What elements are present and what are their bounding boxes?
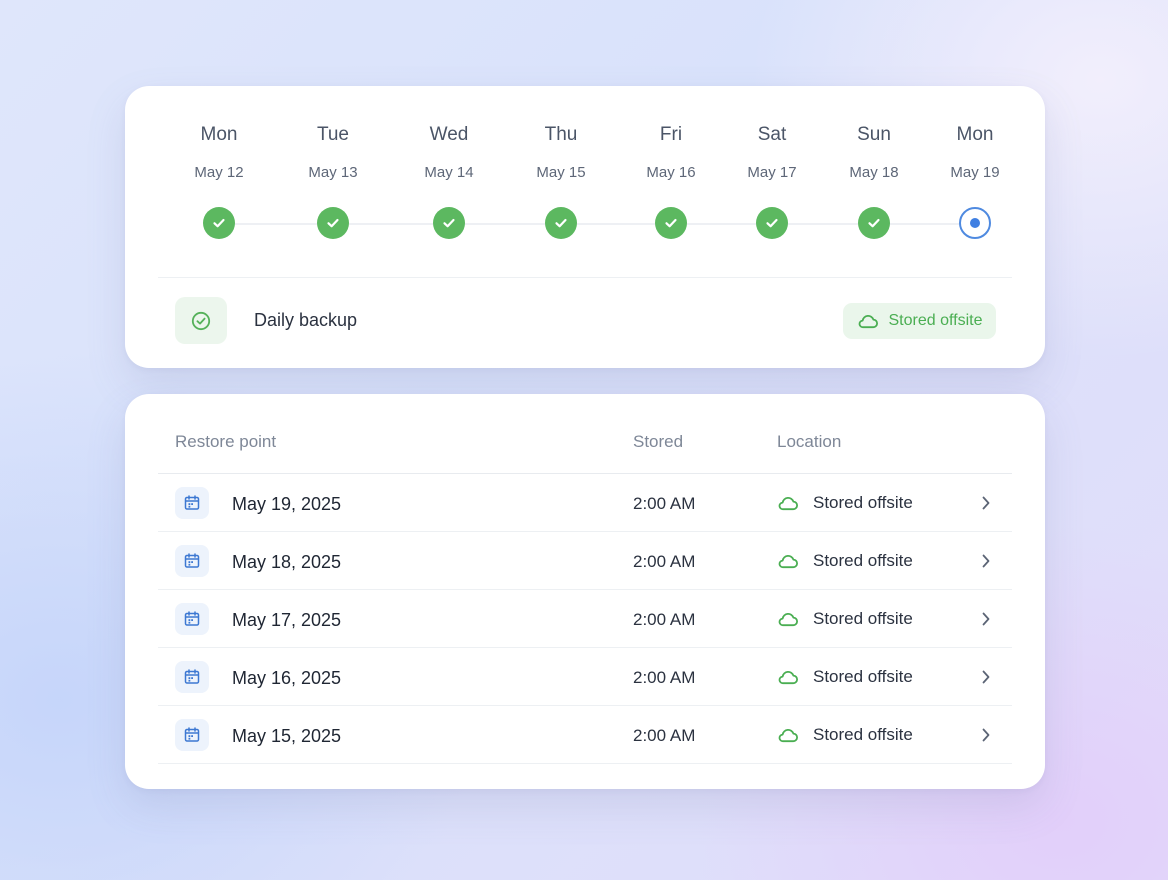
calendar-icon — [175, 487, 209, 519]
chevron-right-icon[interactable] — [978, 725, 994, 745]
table-row[interactable]: May 18, 2025 2:00 AM Stored offsite — [158, 532, 1012, 590]
location-label: Stored offsite — [813, 493, 913, 512]
location: Stored offsite — [777, 723, 913, 747]
day-name: Mon — [956, 124, 994, 145]
cloud-icon — [778, 729, 798, 743]
check-icon — [545, 207, 577, 239]
chevron-right-icon[interactable] — [978, 609, 994, 629]
table-row[interactable]: May 19, 2025 2:00 AM Stored offsite — [158, 474, 1012, 532]
cloud-icon — [778, 555, 798, 569]
column-header-restore-point: Restore point — [175, 432, 277, 451]
badge-label: Stored offsite — [888, 312, 983, 329]
table-row[interactable]: May 17, 2025 2:00 AM Stored offsite — [158, 590, 1012, 648]
day-date: May 18 — [849, 164, 899, 181]
restore-date: May 16, 2025 — [232, 668, 342, 688]
stored-time: 2:00 AM — [633, 668, 696, 687]
restore-points-card: Restore point Stored Location May 19, 20… — [125, 394, 1045, 789]
table-header: Restore point Stored Location — [175, 432, 996, 454]
location-label: Stored offsite — [813, 725, 913, 744]
cloud-icon — [778, 671, 798, 685]
day-name: Mon — [200, 124, 238, 145]
day-date: May 19 — [950, 164, 1000, 181]
location-label: Stored offsite — [813, 551, 913, 570]
cloud-icon — [778, 613, 798, 627]
check-circle-icon — [175, 297, 227, 344]
backup-timeline-card: Mon May 12 Tue May 13 Wed May 14 Thu May… — [125, 86, 1045, 368]
cloud-icon — [858, 315, 878, 329]
calendar-icon — [175, 661, 209, 693]
location: Stored offsite — [777, 607, 913, 631]
current-dot-icon — [959, 207, 991, 239]
table-row[interactable]: May 16, 2025 2:00 AM Stored offsite — [158, 648, 1012, 706]
restore-date: May 15, 2025 — [232, 726, 342, 746]
day-date: May 15 — [536, 164, 586, 181]
check-icon — [433, 207, 465, 239]
column-header-location: Location — [777, 432, 842, 451]
day-name: Sat — [757, 124, 787, 145]
stored-time: 2:00 AM — [633, 610, 696, 629]
restore-date: May 19, 2025 — [232, 494, 342, 514]
table-row[interactable]: May 15, 2025 2:00 AM Stored offsite — [158, 706, 1012, 764]
backup-label: Daily backup — [254, 310, 358, 330]
location-label: Stored offsite — [813, 667, 913, 686]
location: Stored offsite — [777, 665, 913, 689]
day-date: May 14 — [424, 164, 474, 181]
day-name: Thu — [544, 124, 578, 145]
stored-time: 2:00 AM — [633, 552, 696, 571]
check-icon — [858, 207, 890, 239]
day-name: Sun — [857, 124, 891, 145]
day-date: May 12 — [194, 164, 244, 181]
day-name: Wed — [429, 124, 469, 145]
day-date: May 13 — [308, 164, 358, 181]
status-badge: Stored offsite — [843, 303, 996, 339]
chevron-right-icon[interactable] — [978, 493, 994, 513]
calendar-icon — [175, 545, 209, 577]
restore-date: May 17, 2025 — [232, 610, 342, 630]
day-date: May 16 — [646, 164, 696, 181]
column-header-stored: Stored — [633, 432, 684, 451]
location-label: Stored offsite — [813, 609, 913, 628]
restore-points-list: May 19, 2025 2:00 AM Stored offsite May … — [158, 474, 1012, 764]
cloud-icon — [778, 497, 798, 511]
chevron-right-icon[interactable] — [978, 551, 994, 571]
stored-time: 2:00 AM — [633, 726, 696, 745]
location: Stored offsite — [777, 491, 913, 515]
check-icon — [756, 207, 788, 239]
location: Stored offsite — [777, 549, 913, 573]
stored-time: 2:00 AM — [633, 494, 696, 513]
calendar-icon — [175, 719, 209, 751]
check-icon — [317, 207, 349, 239]
divider — [158, 277, 1012, 278]
chevron-right-icon[interactable] — [978, 667, 994, 687]
restore-date: May 18, 2025 — [232, 552, 342, 572]
day-name: Fri — [659, 124, 683, 145]
day-date: May 17 — [747, 164, 797, 181]
check-icon — [203, 207, 235, 239]
backup-summary: Daily backup Stored offsite — [175, 297, 996, 344]
calendar-icon — [175, 603, 209, 635]
timeline: Mon May 12 Tue May 13 Wed May 14 Thu May… — [158, 86, 1012, 276]
check-icon — [655, 207, 687, 239]
day-name: Tue — [316, 124, 350, 145]
